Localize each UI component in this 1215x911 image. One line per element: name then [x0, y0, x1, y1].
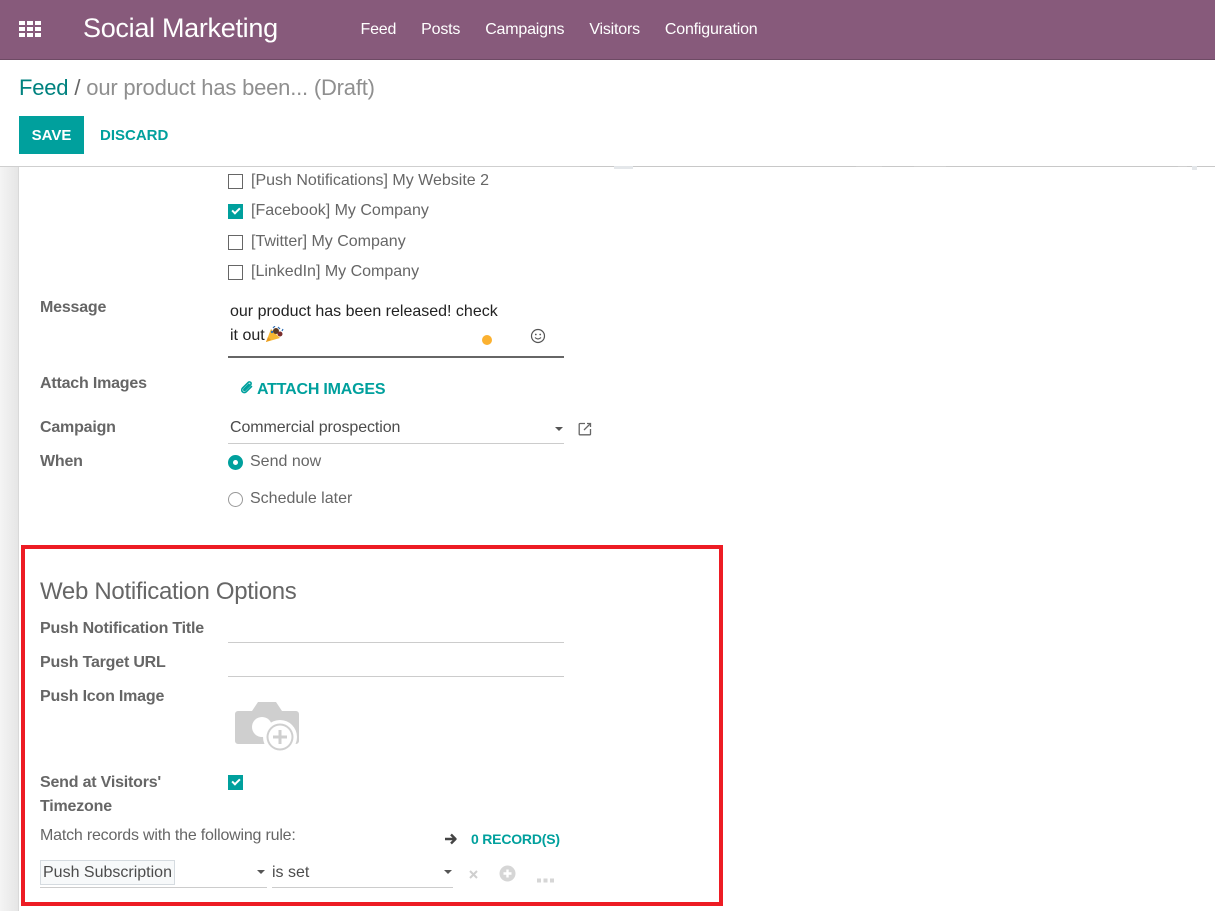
visitor-timezone-label-line1: Send at Visitors': [40, 774, 162, 791]
account-option-linkedin[interactable]: [LinkedIn] My Company: [228, 263, 419, 281]
menu-item-posts[interactable]: Posts: [409, 21, 473, 39]
message-textarea[interactable]: our product has been released! check it …: [228, 298, 564, 358]
attach-images-button[interactable]: ATTACH IMAGES: [240, 380, 386, 400]
chevron-down-icon[interactable]: [555, 427, 563, 431]
chevron-down-icon[interactable]: [257, 870, 265, 874]
delete-rule-icon[interactable]: [468, 867, 479, 885]
menu-item-feed[interactable]: Feed: [348, 21, 409, 39]
push-url-input[interactable]: [228, 651, 564, 677]
push-title-label: Push Notification Title: [40, 620, 205, 637]
attach-images-label-text: ATTACH IMAGES: [257, 381, 386, 398]
arrow-right-icon: [444, 832, 458, 846]
visitor-timezone-checkbox[interactable]: [228, 775, 243, 790]
status-dot: [482, 335, 492, 345]
radio-label: Schedule later: [250, 490, 353, 507]
rule-description: Match records with the following rule:: [40, 827, 296, 844]
breadcrumb-feed-link[interactable]: Feed: [19, 75, 69, 100]
sheet-border-line: [946, 166, 1178, 167]
party-popper-icon: [265, 325, 284, 343]
more-options-icon[interactable]: [537, 870, 554, 888]
sheet-tab-remnant: [1192, 166, 1197, 170]
visitor-timezone-label-line2: Timezone: [40, 798, 112, 815]
rule-operator-value: is set: [272, 864, 310, 881]
push-url-label: Push Target URL: [40, 654, 166, 671]
breadcrumb-current: our product has been... (Draft): [86, 75, 375, 100]
radio-label: Send now: [250, 453, 322, 470]
account-checkbox[interactable]: [228, 234, 243, 250]
when-label: When: [40, 453, 83, 470]
push-title-input[interactable]: [228, 617, 564, 643]
campaign-value: Commercial prospection: [230, 419, 401, 436]
account-label: [Facebook] My Company: [251, 202, 429, 219]
smiley-icon[interactable]: [530, 328, 546, 344]
app-title: Social Marketing: [83, 13, 278, 43]
radio-schedule-later[interactable]: Schedule later: [228, 490, 352, 508]
rule-field-value: Push Subscription: [40, 860, 175, 885]
left-gutter: [0, 167, 19, 911]
account-option-push-website-2[interactable]: [Push Notifications] My Website 2: [228, 172, 489, 190]
discard-button[interactable]: DISCARD: [100, 116, 168, 154]
breadcrumb-separator: /: [74, 75, 81, 100]
account-checkbox[interactable]: [228, 264, 243, 280]
menu-item-campaigns[interactable]: Campaigns: [473, 21, 577, 39]
radio-button[interactable]: [228, 454, 243, 470]
account-label: [Push Notifications] My Website 2: [251, 172, 490, 189]
records-count-label: 0 RECORD(S): [471, 831, 560, 847]
account-checkbox[interactable]: [228, 173, 243, 189]
message-line-2: it out: [230, 327, 265, 344]
apps-menu-icon[interactable]: [19, 21, 41, 37]
chevron-down-icon[interactable]: [444, 870, 452, 874]
message-content[interactable]: our product has been released! check it …: [230, 300, 510, 348]
breadcrumb: Feed / our product has been... (Draft): [19, 75, 375, 101]
attach-images-label: Attach Images: [40, 375, 147, 392]
add-rule-icon[interactable]: [499, 865, 516, 887]
sheet-tab-remnant: [614, 166, 633, 169]
top-navbar: Social Marketing Feed Posts Campaigns Vi…: [0, 0, 1215, 60]
account-checkbox[interactable]: [228, 203, 243, 219]
push-icon-label: Push Icon Image: [40, 688, 165, 705]
radio-button[interactable]: [228, 491, 243, 507]
paperclip-icon: [240, 380, 255, 400]
menu-item-visitors[interactable]: Visitors: [577, 21, 653, 39]
external-link-icon[interactable]: [578, 422, 592, 436]
account-label: [LinkedIn] My Company: [251, 263, 420, 280]
account-option-facebook[interactable]: [Facebook] My Company: [228, 202, 429, 220]
account-label: [Twitter] My Company: [251, 233, 406, 250]
campaign-label: Campaign: [40, 419, 116, 436]
message-line-1: our product has been released! check: [230, 303, 498, 320]
web-notification-section-title: Web Notification Options: [40, 578, 297, 605]
radio-send-now[interactable]: Send now: [228, 453, 321, 471]
message-label: Message: [40, 299, 107, 316]
account-option-twitter[interactable]: [Twitter] My Company: [228, 233, 406, 251]
sheet-border-line: [882, 166, 914, 167]
records-count-button[interactable]: 0 RECORD(S): [444, 831, 560, 847]
save-button[interactable]: SAVE: [19, 116, 84, 154]
main-menu: Feed Posts Campaigns Visitors Configurat…: [348, 0, 770, 60]
menu-item-configuration[interactable]: Configuration: [652, 21, 770, 39]
campaign-select[interactable]: Commercial prospection: [228, 416, 564, 444]
camera-add-icon[interactable]: [234, 699, 302, 755]
